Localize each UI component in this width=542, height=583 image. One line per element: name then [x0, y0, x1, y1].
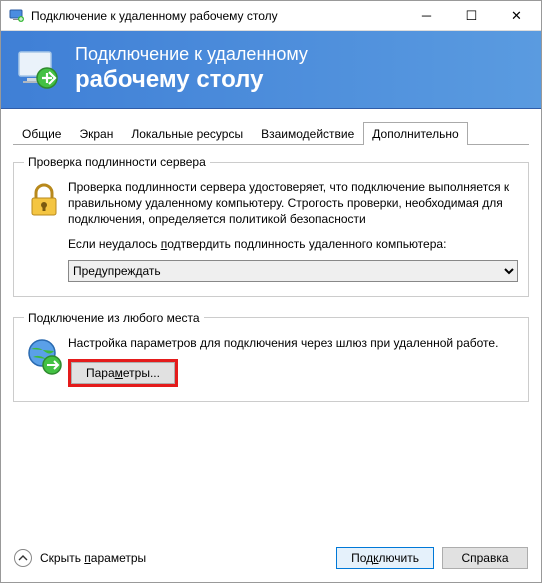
highlight-box: Параметры...: [68, 359, 178, 387]
maximize-button[interactable]: ☐: [449, 2, 494, 30]
tab-advanced[interactable]: Дополнительно: [363, 122, 467, 145]
anywhere-description: Настройка параметров для подключения чер…: [68, 335, 518, 351]
footer: Скрыть параметры Подключить Справка: [14, 547, 528, 569]
auth-action-select[interactable]: Предупреждать: [68, 260, 518, 282]
hide-options-link[interactable]: Скрыть параметры: [40, 551, 146, 565]
tab-display[interactable]: Экран: [70, 122, 122, 145]
window-title: Подключение к удаленному рабочему столу: [31, 9, 404, 23]
help-button[interactable]: Справка: [442, 547, 528, 569]
tab-strip: Общие Экран Локальные ресурсы Взаимодейс…: [13, 121, 529, 145]
minimize-button[interactable]: ─: [404, 2, 449, 30]
rdp-icon: [17, 48, 61, 92]
titlebar: Подключение к удаленному рабочему столу …: [1, 1, 541, 31]
banner-line1: Подключение к удаленному: [75, 44, 308, 66]
close-button[interactable]: ✕: [494, 2, 539, 30]
banner: Подключение к удаленному рабочему столу: [1, 31, 541, 109]
tab-general[interactable]: Общие: [13, 122, 70, 145]
gateway-settings-button[interactable]: Параметры...: [71, 362, 175, 384]
group-server-auth-legend: Проверка подлинности сервера: [24, 155, 210, 169]
globe-icon: [24, 335, 68, 387]
group-connect-anywhere: Подключение из любого места Настройка па…: [13, 311, 529, 402]
auth-prompt: Если неудалось подтвердить подлинность у…: [68, 236, 518, 252]
auth-description: Проверка подлинности сервера удостоверяе…: [68, 179, 518, 228]
app-icon: [9, 8, 25, 24]
connect-button[interactable]: Подключить: [336, 547, 434, 569]
lock-icon: [24, 179, 68, 282]
chevron-up-icon[interactable]: [14, 549, 32, 567]
tab-experience[interactable]: Взаимодействие: [252, 122, 363, 145]
group-server-auth: Проверка подлинности сервера Проверка по…: [13, 155, 529, 297]
group-connect-anywhere-legend: Подключение из любого места: [24, 311, 204, 325]
banner-line2: рабочему столу: [75, 66, 308, 95]
tab-local-resources[interactable]: Локальные ресурсы: [122, 122, 252, 145]
